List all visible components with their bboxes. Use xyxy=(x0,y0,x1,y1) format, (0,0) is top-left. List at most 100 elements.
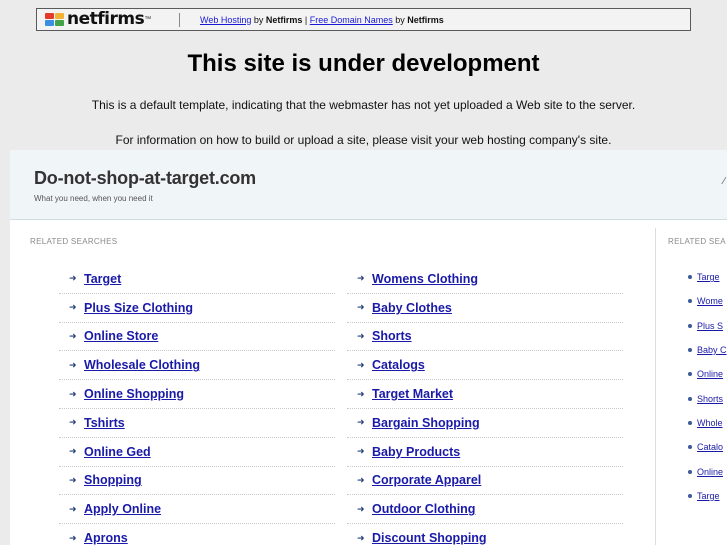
netfirms-logo-icon xyxy=(45,12,65,27)
list-item: ➜ Shorts xyxy=(347,323,623,352)
side-related-link[interactable]: Whole xyxy=(697,418,723,428)
side-list-item: Whole xyxy=(688,411,727,435)
arrow-right-icon: ➜ xyxy=(69,302,77,313)
site-tagline: What you need, when you need it xyxy=(34,194,153,203)
notice-line-2: For information on how to build or uploa… xyxy=(115,133,612,147)
arrow-right-icon: ➜ xyxy=(69,503,77,514)
related-link[interactable]: Online Store xyxy=(84,329,158,343)
arrow-right-icon: ➜ xyxy=(69,446,77,457)
list-item: ➜ Baby Clothes xyxy=(347,294,623,323)
side-list-item: Online xyxy=(688,362,727,386)
list-item: ➜ Outdoor Clothing xyxy=(347,495,623,525)
side-related-link[interactable]: Catalo xyxy=(697,442,723,452)
side-related-link[interactable]: Shorts xyxy=(697,394,723,404)
netfirms-logo-text: netfirms xyxy=(67,9,145,29)
web-hosting-link[interactable]: Web Hosting xyxy=(200,15,251,25)
list-item: ➜ Shopping xyxy=(59,467,335,496)
bullet-icon xyxy=(688,420,692,425)
related-link[interactable]: Shorts xyxy=(372,329,412,343)
list-item: ➜ Target xyxy=(59,265,335,294)
arrow-right-icon: ➜ xyxy=(357,302,365,313)
side-list-item: Wome xyxy=(688,289,727,313)
related-col-2: ➜ Womens Clothing ➜ Baby Clothes ➜ Shorts ➜… xyxy=(347,265,623,545)
list-item: ➜ Apply Online xyxy=(59,495,335,525)
side-related-link[interactable]: Baby C xyxy=(697,345,727,355)
related-link[interactable]: Baby Products xyxy=(372,445,460,459)
arrow-right-icon: ➜ xyxy=(357,330,365,341)
netfirms-links: Web Hosting by Netfirms | Free Domain Na… xyxy=(200,15,444,25)
side-related-link[interactable]: Plus S xyxy=(697,321,723,331)
related-col-side: Targe Wome Plus S Baby C Online Shorts W… xyxy=(688,265,727,508)
arrow-right-icon: ➜ xyxy=(357,474,365,485)
related-link[interactable]: Womens Clothing xyxy=(372,272,478,286)
side-related-link[interactable]: Targe xyxy=(697,491,720,501)
arrow-right-icon: ➜ xyxy=(357,359,365,370)
brand-text-1: Netfirms xyxy=(265,14,303,25)
related-link[interactable]: Shopping xyxy=(84,473,142,487)
related-link[interactable]: Corporate Apparel xyxy=(372,473,481,487)
bullet-icon xyxy=(688,275,692,280)
arrow-right-icon: ➜ xyxy=(69,359,77,370)
arrow-right-icon: ➜ xyxy=(69,273,77,284)
list-item: ➜ Discount Shopping xyxy=(347,524,623,545)
bullet-icon xyxy=(688,299,692,304)
side-related-link[interactable]: Online xyxy=(697,369,723,379)
arrow-right-icon: ➜ xyxy=(69,330,77,341)
side-related-link[interactable]: Wome xyxy=(697,296,723,306)
side-list-item: Online xyxy=(688,459,727,483)
by-text-1: by xyxy=(251,14,266,25)
related-link[interactable]: Tshirts xyxy=(84,416,125,430)
related-link[interactable]: Aprons xyxy=(84,531,128,545)
bullet-icon xyxy=(688,348,692,353)
related-link[interactable]: Wholesale Clothing xyxy=(84,358,200,372)
related-searches-label: RELATED SEARCHES xyxy=(30,237,118,246)
related-link[interactable]: Catalogs xyxy=(372,358,425,372)
related-col-1: ➜ Target ➜ Plus Size Clothing ➜ Online Stor… xyxy=(59,265,335,545)
related-link[interactable]: Discount Shopping xyxy=(372,531,487,545)
bullet-icon xyxy=(688,372,692,377)
related-link[interactable]: Target xyxy=(84,272,121,286)
free-domain-names-link[interactable]: Free Domain Names xyxy=(310,15,393,25)
bullet-icon xyxy=(688,469,692,474)
arrow-right-icon: ➜ xyxy=(69,417,77,428)
site-title[interactable]: Do-not-shop-at-target.com xyxy=(34,168,256,189)
related-link[interactable]: Bargain Shopping xyxy=(372,416,480,430)
related-link[interactable]: Outdoor Clothing xyxy=(372,502,475,516)
list-item: ➜ Target Market xyxy=(347,380,623,409)
bullet-icon xyxy=(688,396,692,401)
related-link[interactable]: Online Shopping xyxy=(84,387,184,401)
side-related-link[interactable]: Online xyxy=(697,467,723,477)
related-link[interactable]: Target Market xyxy=(372,387,453,401)
list-item: ➜ Online Store xyxy=(59,323,335,352)
parked-page: Do-not-shop-at-target.com What you need,… xyxy=(10,150,727,545)
bullet-icon xyxy=(688,445,692,450)
related-link[interactable]: Apply Online xyxy=(84,502,161,516)
arrow-right-icon: ➜ xyxy=(69,388,77,399)
pipe-separator: | xyxy=(302,14,310,25)
arrow-right-icon: ➜ xyxy=(357,388,365,399)
list-item: ➜ Wholesale Clothing xyxy=(59,351,335,381)
header-edge-mark: ∕ xyxy=(723,176,725,187)
netfirms-logo[interactable]: netfirms ™ xyxy=(37,9,177,30)
related-link[interactable]: Baby Clothes xyxy=(372,301,452,315)
arrow-right-icon: ➜ xyxy=(357,273,365,284)
parked-header: Do-not-shop-at-target.com What you need,… xyxy=(10,150,727,220)
side-list-item: Plus S xyxy=(688,314,727,338)
related-link[interactable]: Online Ged xyxy=(84,445,151,459)
related-link[interactable]: Plus Size Clothing xyxy=(84,301,193,315)
list-item: ➜ Online Shopping xyxy=(59,380,335,409)
list-item: ➜ Womens Clothing xyxy=(347,265,623,294)
list-item: ➜ Bargain Shopping xyxy=(347,409,623,438)
side-list-item: Targe xyxy=(688,484,727,508)
arrow-right-icon: ➜ xyxy=(357,532,365,543)
page-title: This site is under development xyxy=(187,50,540,77)
netfirms-bar: netfirms ™ Web Hosting by Netfirms | Free… xyxy=(36,8,691,31)
side-list-item: Baby C xyxy=(688,338,727,362)
bullet-icon xyxy=(688,493,692,498)
side-related-link[interactable]: Targe xyxy=(697,272,720,282)
arrow-right-icon: ➜ xyxy=(69,532,77,543)
list-item: ➜ Plus Size Clothing xyxy=(59,294,335,323)
list-item: ➜ Corporate Apparel xyxy=(347,467,623,496)
netfirms-logo-tm: ™ xyxy=(144,16,152,23)
notice-line-1: This is a default template, indicating t… xyxy=(91,98,636,112)
